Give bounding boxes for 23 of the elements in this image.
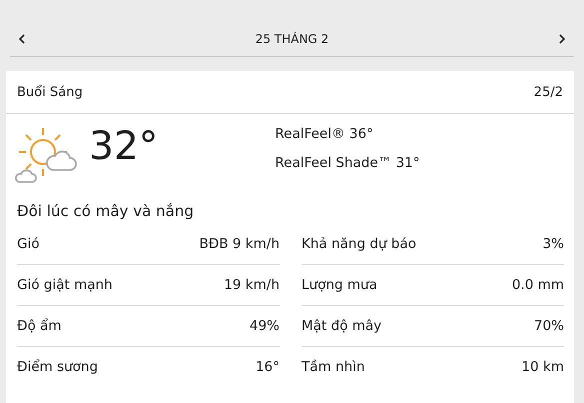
detail-label: Gió giật mạnh xyxy=(17,277,112,293)
realfeel-shade-text: RealFeel Shade™ 31° xyxy=(275,155,420,171)
detail-value: 3% xyxy=(542,236,564,252)
detail-value: 16° xyxy=(256,359,280,375)
detail-label: Khả năng dự báo xyxy=(302,236,416,252)
detail-value: 49% xyxy=(249,318,280,334)
detail-value: BĐB 9 km/h xyxy=(199,236,280,252)
period-date: 25/2 xyxy=(534,84,563,100)
detail-label: Lượng mưa xyxy=(302,277,378,293)
detail-value: 10 km xyxy=(522,359,564,375)
temperature: 32° xyxy=(89,124,160,171)
detail-value: 70% xyxy=(534,318,564,334)
realfeel-text: RealFeel® 36° xyxy=(275,126,374,142)
weather-description: Đôi lúc có mây và nắng xyxy=(16,201,195,220)
detail-label: Mật độ mây xyxy=(302,318,382,334)
detail-label: Gió xyxy=(17,236,40,252)
detail-value: 0.0 mm xyxy=(512,277,564,293)
detail-label: Độ ẩm xyxy=(17,318,62,334)
detail-value: 19 km/h xyxy=(224,277,280,293)
detail-label: Tầm nhìn xyxy=(302,359,365,375)
period-name: Buổi Sáng xyxy=(17,84,83,100)
detail-label: Điểm sương xyxy=(17,359,98,375)
date-title: 25 THÁNG 2 xyxy=(255,32,329,46)
